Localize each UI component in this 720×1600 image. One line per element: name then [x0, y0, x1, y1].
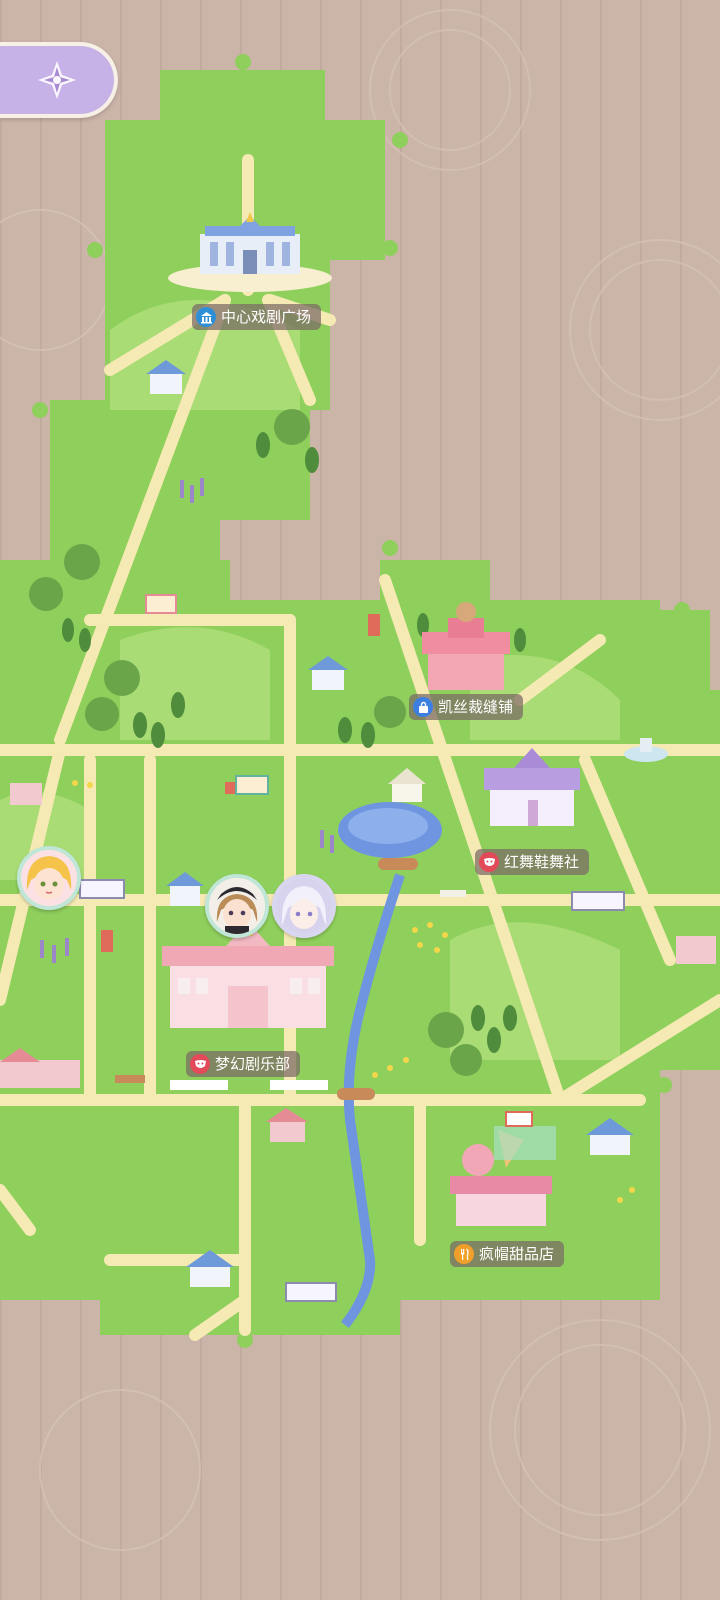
location-label: 红舞鞋舞社 — [504, 853, 580, 871]
location-mad-hatter-sweet-shop[interactable]: 疯帽甜品店 — [450, 1241, 565, 1267]
location-dream-theater-club[interactable]: 梦幻剧乐部 — [186, 1051, 301, 1077]
location-red-shoes-dance-club[interactable]: 红舞鞋舞社 — [475, 849, 590, 875]
brown-hair-avatar[interactable] — [205, 874, 269, 938]
silver-hair-avatar[interactable] — [272, 874, 336, 938]
mask-icon — [479, 852, 499, 872]
theater-icon — [196, 307, 216, 327]
fork-icon — [454, 1244, 474, 1264]
location-label: 疯帽甜品店 — [479, 1245, 555, 1263]
avatar-portrait — [209, 878, 265, 934]
mask-icon — [190, 1054, 210, 1074]
avatar-portrait — [276, 878, 332, 934]
avatar-portrait — [21, 850, 77, 906]
blonde-girl-avatar[interactable] — [17, 846, 81, 910]
location-central-theater-plaza[interactable]: 中心戏剧广场 — [192, 304, 322, 330]
location-label: 中心戏剧广场 — [221, 308, 312, 326]
compass-star-icon — [38, 61, 76, 99]
back-button[interactable] — [0, 42, 118, 118]
location-label: 凯丝裁缝铺 — [438, 698, 514, 716]
location-label: 梦幻剧乐部 — [215, 1055, 291, 1073]
shopping-bag-icon — [413, 697, 433, 717]
location-kaisi-tailor-shop[interactable]: 凯丝裁缝铺 — [409, 694, 524, 720]
city-map[interactable] — [0, 0, 720, 1600]
